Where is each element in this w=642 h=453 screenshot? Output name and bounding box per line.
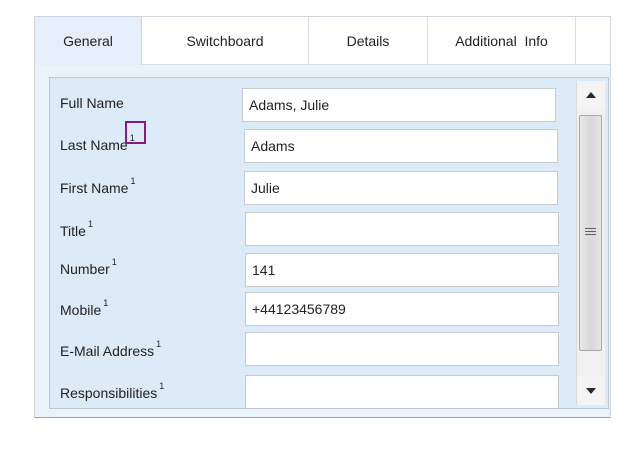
contact-dialog: General Switchboard Details Additional I…	[34, 16, 611, 418]
email-label-text: E-Mail Address	[60, 343, 155, 359]
highlight-marker	[125, 121, 146, 144]
number-label: Number 1	[60, 257, 117, 277]
title-label: Title 1	[60, 219, 93, 239]
last-name-input[interactable]: Adams	[244, 129, 558, 163]
tab-additional-info-label: Additional Info	[455, 32, 548, 49]
email-label: E-Mail Address 1	[60, 339, 161, 359]
first-name-input[interactable]: Julie	[244, 171, 558, 205]
title-footnote: 1	[87, 219, 93, 229]
field-row-mobile: Mobile 1 +44123456789	[50, 292, 574, 326]
field-row-full-name: Full Name Adams, Julie	[50, 88, 574, 122]
last-name-label: Last Name 1	[60, 133, 135, 153]
tab-bar: General Switchboard Details Additional I…	[35, 17, 610, 65]
mobile-input[interactable]: +44123456789	[245, 292, 559, 326]
number-label-text: Number	[60, 261, 110, 277]
mobile-label-text: Mobile	[60, 302, 102, 318]
field-row-email: E-Mail Address 1	[50, 332, 574, 366]
title-label-text: Title	[60, 223, 86, 239]
field-row-number: Number 1 141	[50, 253, 574, 287]
tab-details[interactable]: Details	[309, 17, 428, 64]
number-input[interactable]: 141	[245, 253, 559, 287]
tab-general[interactable]: General	[35, 17, 142, 65]
field-row-title: Title 1	[50, 212, 574, 246]
responsibilities-input[interactable]	[245, 375, 559, 408]
field-row-responsibilities: Responsibilities 1	[50, 375, 574, 408]
full-name-label: Full Name	[60, 95, 124, 111]
first-name-label-text: First Name	[60, 180, 129, 196]
full-name-input[interactable]: Adams, Julie	[242, 88, 556, 122]
responsibilities-footnote: 1	[159, 381, 165, 391]
scroll-thumb[interactable]	[579, 115, 602, 351]
scroll-down-button[interactable]	[577, 377, 605, 405]
mobile-label: Mobile 1	[60, 298, 108, 318]
vertical-scrollbar[interactable]	[576, 81, 605, 405]
field-row-first-name: First Name 1 Julie	[50, 171, 574, 205]
last-name-label-text: Last Name	[60, 137, 128, 153]
first-name-label: First Name 1	[60, 176, 135, 196]
email-footnote: 1	[156, 339, 162, 349]
triangle-down-icon	[586, 388, 596, 394]
mobile-footnote: 1	[103, 298, 109, 308]
number-footnote: 1	[111, 257, 117, 267]
responsibilities-label-text: Responsibilities	[60, 385, 158, 401]
email-input[interactable]	[245, 332, 559, 366]
triangle-up-icon	[586, 92, 596, 98]
scroll-up-button[interactable]	[577, 81, 605, 109]
full-name-label-text: Full Name	[60, 95, 124, 111]
first-name-footnote: 1	[130, 176, 136, 186]
responsibilities-label: Responsibilities 1	[60, 381, 164, 401]
tab-switchboard[interactable]: Switchboard	[142, 17, 309, 64]
title-input[interactable]	[245, 212, 559, 246]
tab-additional-info[interactable]: Additional Info	[428, 17, 576, 64]
